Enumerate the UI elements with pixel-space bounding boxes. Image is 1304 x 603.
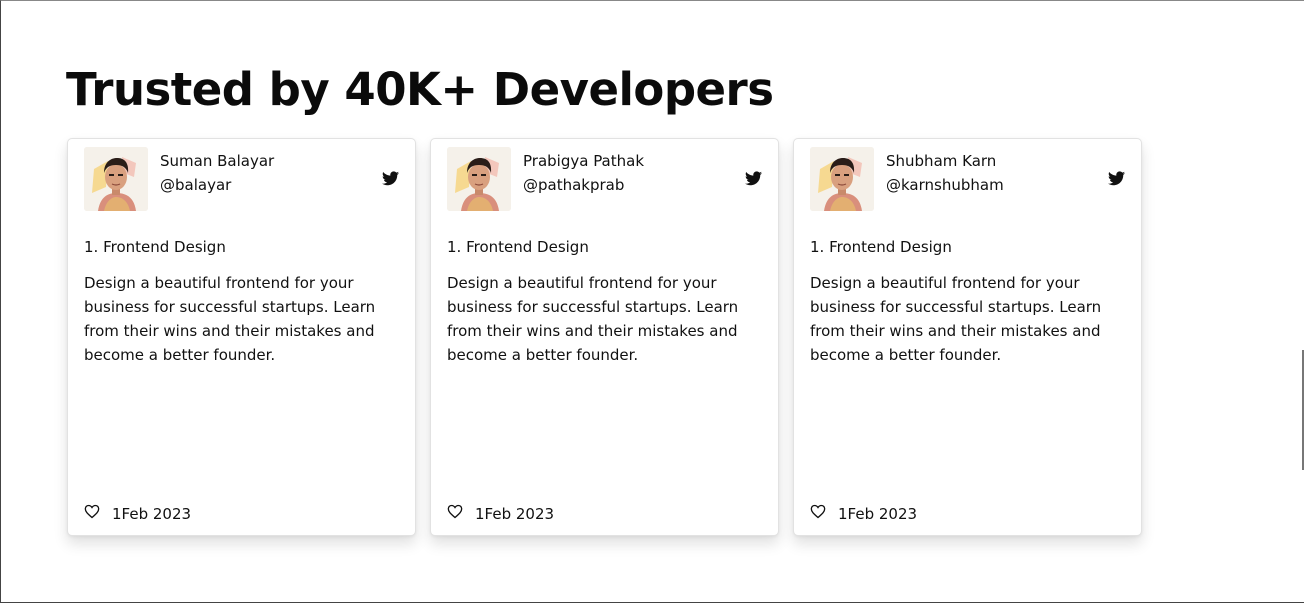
twitter-icon[interactable] <box>745 171 762 186</box>
post-date: 1Feb 2023 <box>475 505 555 523</box>
card-footer: 1Feb 2023 <box>447 503 554 525</box>
user-name: Shubham Karn <box>886 152 997 170</box>
card-footer: 1Feb 2023 <box>810 503 917 525</box>
post-body: Design a beautiful frontend for your bus… <box>84 274 376 364</box>
post-title: 1. Frontend Design <box>447 238 589 256</box>
user-handle[interactable]: @pathakprab <box>523 173 644 197</box>
heart-icon[interactable] <box>810 504 826 519</box>
testimonial-card: Suman Balayar @balayar 1. Frontend Desig… <box>67 138 416 536</box>
user-handle[interactable]: @balayar <box>160 173 274 197</box>
post-title: 1. Frontend Design <box>84 238 226 256</box>
post-body: Design a beautiful frontend for your bus… <box>447 274 739 364</box>
card-header: Suman Balayar @balayar <box>84 147 399 211</box>
heart-icon[interactable] <box>84 504 100 519</box>
post-date: 1Feb 2023 <box>112 505 192 523</box>
avatar-image <box>810 147 874 211</box>
avatar <box>84 147 148 211</box>
avatar-image <box>447 147 511 211</box>
card-header: Shubham Karn @karnshubham <box>810 147 1125 211</box>
post-body: Design a beautiful frontend for your bus… <box>810 274 1102 364</box>
heart-icon[interactable] <box>447 504 463 519</box>
card-header: Prabigya Pathak @pathakprab <box>447 147 762 211</box>
twitter-icon[interactable] <box>382 171 399 186</box>
post-date: 1Feb 2023 <box>838 505 918 523</box>
testimonial-cards: Suman Balayar @balayar 1. Frontend Desig… <box>67 138 1142 536</box>
user-name: Suman Balayar <box>160 152 275 170</box>
user-info: Shubham Karn @karnshubham <box>886 149 1004 197</box>
avatar <box>447 147 511 211</box>
avatar <box>810 147 874 211</box>
user-handle[interactable]: @karnshubham <box>886 173 1004 197</box>
avatar-image <box>84 147 148 211</box>
testimonial-card: Shubham Karn @karnshubham 1. Frontend De… <box>793 138 1142 536</box>
user-name: Prabigya Pathak <box>523 152 645 170</box>
user-info: Prabigya Pathak @pathakprab <box>523 149 644 197</box>
post-title: 1. Frontend Design <box>810 238 952 256</box>
card-footer: 1Feb 2023 <box>84 503 191 525</box>
testimonial-card: Prabigya Pathak @pathakprab 1. Frontend … <box>430 138 779 536</box>
page-title: Trusted by 40K+ Developers <box>66 63 774 116</box>
user-info: Suman Balayar @balayar <box>160 149 274 197</box>
twitter-icon[interactable] <box>1108 171 1125 186</box>
